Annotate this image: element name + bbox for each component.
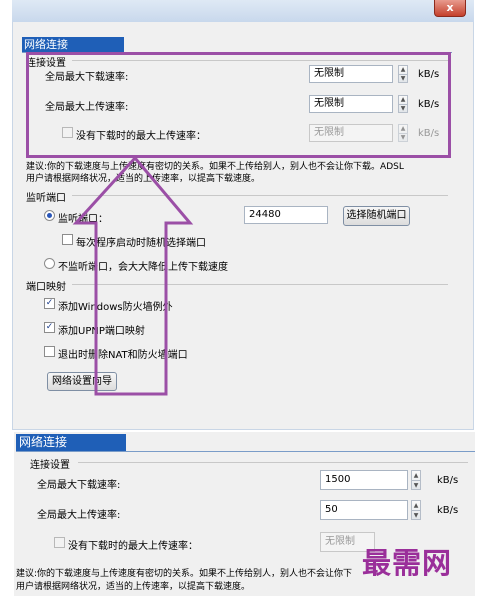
highlight-arrow bbox=[72, 155, 194, 396]
no-download-upload-checkbox[interactable] bbox=[54, 537, 65, 548]
max-download-label: 全局最大下载速率: bbox=[37, 480, 121, 491]
max-download-spinner[interactable]: ▲ ▼ bbox=[411, 470, 421, 490]
spin-up-icon[interactable]: ▲ bbox=[412, 471, 420, 481]
max-download-input[interactable]: 1500 bbox=[320, 470, 408, 490]
max-upload-input[interactable]: 50 bbox=[320, 500, 408, 520]
panel-title: 网络连接 bbox=[16, 434, 126, 451]
max-upload-spinner[interactable]: ▲ ▼ bbox=[411, 500, 421, 520]
panel-title-rule bbox=[16, 451, 475, 452]
unit-label: kB/s bbox=[437, 505, 459, 516]
max-upload-label: 全局最大上传速率: bbox=[37, 510, 121, 521]
spin-down-icon[interactable]: ▼ bbox=[412, 511, 420, 520]
no-download-upload-label: 没有下载时的最大上传速率： bbox=[68, 541, 198, 552]
advice-text-line1: 建议:你的下载速度与上传速度有密切的关系。如果不上传给别人，别人也不会让你下 bbox=[16, 569, 353, 579]
unit-label: kB/s bbox=[437, 475, 459, 486]
arrow-shape bbox=[72, 155, 194, 396]
watermark-logo: 最需网 bbox=[362, 546, 453, 580]
group-divider bbox=[78, 462, 468, 463]
spin-down-icon[interactable]: ▼ bbox=[412, 481, 420, 490]
spin-up-icon[interactable]: ▲ bbox=[412, 501, 420, 511]
connection-settings-title: 连接设置 bbox=[30, 460, 70, 471]
advice-text-line2: 用户请根据网络状况，适当的上传速率，以提高下载速度。 bbox=[16, 582, 251, 592]
